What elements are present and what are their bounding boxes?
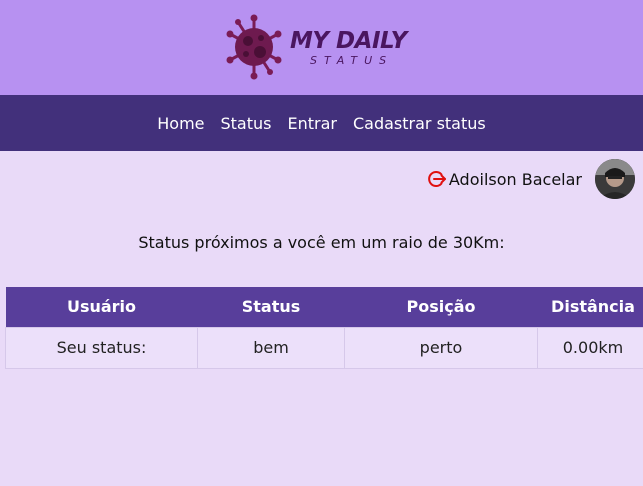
table-row: Seu status: bem perto 0.00km bbox=[5, 326, 643, 369]
logo-title: MY DAILY bbox=[290, 28, 407, 54]
user-bar: Adoilson Bacelar bbox=[427, 158, 635, 200]
avatar[interactable] bbox=[595, 159, 635, 199]
page-subtitle: Status próximos a você em um raio de 30K… bbox=[138, 233, 505, 252]
user-name: Adoilson Bacelar bbox=[448, 169, 582, 189]
nav-link-home[interactable]: Home bbox=[157, 114, 204, 133]
logout-icon[interactable] bbox=[427, 169, 447, 189]
column-header-usuario: Usuário bbox=[5, 287, 198, 327]
header: MY DAILY STATUS bbox=[0, 0, 643, 95]
nav-link-status[interactable]: Status bbox=[221, 114, 272, 133]
cell-usuario: Seu status: bbox=[5, 326, 198, 369]
nav-link-cadastrar-status[interactable]: Cadastrar status bbox=[353, 114, 486, 133]
column-header-posicao: Posição bbox=[344, 287, 538, 327]
cell-posicao: perto bbox=[344, 326, 538, 369]
column-header-status: Status bbox=[197, 287, 345, 327]
cell-distancia: 0.00km bbox=[537, 326, 643, 369]
virus-logo-icon bbox=[226, 14, 282, 80]
nav-link-entrar[interactable]: Entrar bbox=[287, 114, 336, 133]
logo-subtitle: STATUS bbox=[310, 54, 394, 67]
column-header-distancia: Distância bbox=[537, 287, 643, 327]
cell-status: bem bbox=[197, 326, 345, 369]
table-header-row: Usuário Status Posição Distância bbox=[5, 287, 643, 327]
avatar-image bbox=[595, 159, 635, 199]
navbar: Home Status Entrar Cadastrar status bbox=[0, 95, 643, 151]
logo[interactable]: MY DAILY STATUS bbox=[226, 14, 426, 82]
status-table: Usuário Status Posição Distância Seu sta… bbox=[5, 287, 643, 369]
